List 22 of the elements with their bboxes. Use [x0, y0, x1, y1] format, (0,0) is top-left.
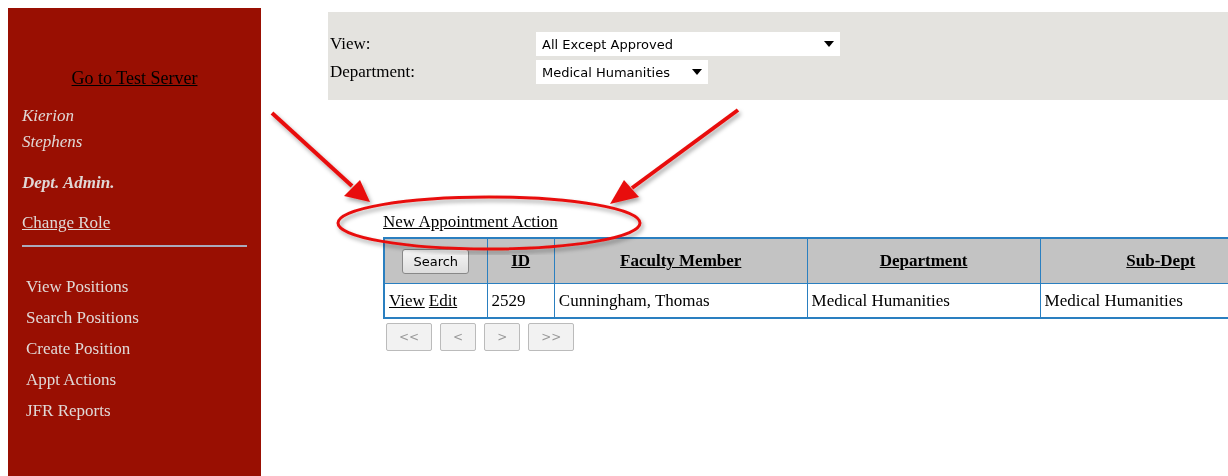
- dropdown[interactable]: Medical Humanities: [536, 60, 708, 84]
- column-header[interactable]: ID: [487, 238, 555, 284]
- change-role-link[interactable]: Change Role: [22, 213, 111, 233]
- nav-link[interactable]: Appt Actions: [22, 364, 247, 395]
- dropdown[interactable]: All Except Approved: [536, 32, 840, 56]
- nav-link[interactable]: JFR Reports: [22, 395, 247, 426]
- caret-icon: [824, 41, 834, 47]
- user-name: Kierion Stephens: [22, 105, 84, 153]
- caret-icon: [692, 69, 702, 75]
- column-header[interactable]: Faculty Member: [554, 238, 808, 284]
- nav-link[interactable]: Create Position: [22, 333, 247, 364]
- filter-label: View:: [330, 34, 372, 54]
- search-button[interactable]: Search: [402, 248, 470, 274]
- new-appointment-link[interactable]: New Appointment Action: [383, 212, 558, 232]
- filter-label: Department:: [330, 62, 416, 82]
- user-role: Dept. Admin.: [22, 173, 116, 193]
- column-header[interactable]: Sub-Dept: [1040, 238, 1228, 284]
- nav-link[interactable]: Search Positions: [22, 302, 247, 333]
- nav-link[interactable]: View Positions: [22, 271, 247, 302]
- row-action-link[interactable]: View: [389, 290, 425, 310]
- row-action-link[interactable]: Edit: [428, 290, 458, 310]
- column-header[interactable]: Department: [807, 238, 1041, 284]
